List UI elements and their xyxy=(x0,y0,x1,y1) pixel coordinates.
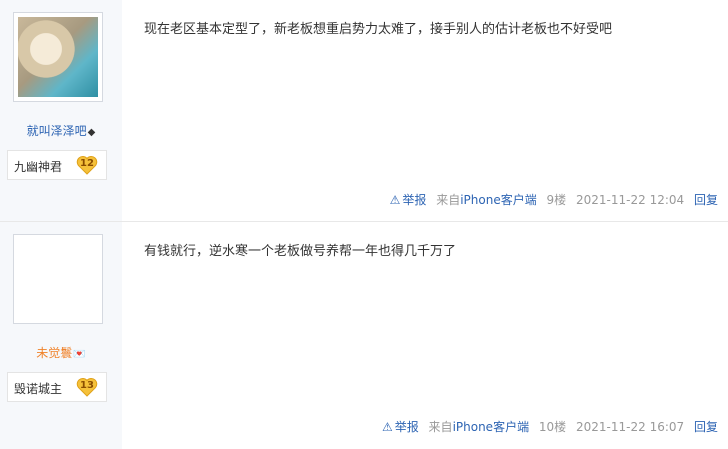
warning-triangle-icon: ⚠ xyxy=(389,193,401,207)
avatar-image xyxy=(18,17,98,97)
report-link[interactable]: ⚠ 举报 xyxy=(390,193,427,207)
avatar[interactable] xyxy=(13,12,103,102)
member-badge[interactable]: 毁诺城主 13 xyxy=(7,372,107,402)
member-badge[interactable]: 九幽神君 12 xyxy=(7,150,107,180)
post-time: 2021-11-22 12:04 xyxy=(576,193,685,207)
reply-button[interactable]: 回复 xyxy=(694,193,718,207)
report-label: 举报 xyxy=(394,420,419,434)
level-number: 12 xyxy=(80,158,94,169)
username[interactable]: 就叫泽泽吧◆ xyxy=(0,122,122,139)
avatar-image xyxy=(18,239,98,319)
source: 来自iPhone客户端 xyxy=(429,420,530,434)
author-panel: 未觉鬟💌 毁诺城主 13 xyxy=(0,222,122,449)
post-content: 有钱就行，逆水寒一个老板做号养帮一年也得几千万了 xyxy=(144,244,457,259)
source: 来自iPhone客户端 xyxy=(436,193,537,207)
post-tail: ⚠ 举报 来自iPhone客户端 10楼 2021-11-22 16:07 回复 xyxy=(382,418,718,435)
username-text[interactable]: 未觉鬟 xyxy=(36,346,72,360)
heart-badge-icon: 13 xyxy=(76,376,98,398)
post-content: 现在老区基本定型了，新老板想重启势力太难了，接手别人的估计老板也不好受吧 xyxy=(144,22,613,37)
post-tail: ⚠ 举报 来自iPhone客户端 9楼 2021-11-22 12:04 回复 xyxy=(390,191,718,208)
source-link[interactable]: iPhone客户端 xyxy=(460,193,537,207)
diamond-icon: ◆ xyxy=(87,127,96,138)
level-number: 13 xyxy=(80,380,94,391)
reply-button[interactable]: 回复 xyxy=(694,420,718,434)
source-prefix: 来自 xyxy=(428,420,453,434)
member-title: 毁诺城主 xyxy=(14,382,63,396)
post-time: 2021-11-22 16:07 xyxy=(576,420,685,434)
avatar[interactable] xyxy=(13,234,103,324)
floor-number: 10楼 xyxy=(538,420,567,434)
heart-badge-icon: 12 xyxy=(76,154,98,176)
member-title: 九幽神君 xyxy=(14,160,63,174)
post-floor-9: 就叫泽泽吧◆ 九幽神君 12 现在老区基本定型了，新老板想重启势力太难了，接手别… xyxy=(0,0,728,222)
post-floor-10: 未觉鬟💌 毁诺城主 13 有钱就行，逆水寒一个老板做号养帮一年也得几千万了 ⚠ 举… xyxy=(0,222,728,449)
love-letter-icon: 💌 xyxy=(73,349,86,360)
username[interactable]: 未觉鬟💌 xyxy=(0,344,122,361)
source-link[interactable]: iPhone客户端 xyxy=(453,420,530,434)
floor-number: 9楼 xyxy=(546,193,567,207)
warning-triangle-icon: ⚠ xyxy=(381,420,393,434)
source-prefix: 来自 xyxy=(436,193,461,207)
username-text[interactable]: 就叫泽泽吧 xyxy=(27,124,87,138)
author-panel: 就叫泽泽吧◆ 九幽神君 12 xyxy=(0,0,122,221)
report-label: 举报 xyxy=(402,193,427,207)
report-link[interactable]: ⚠ 举报 xyxy=(382,420,419,434)
